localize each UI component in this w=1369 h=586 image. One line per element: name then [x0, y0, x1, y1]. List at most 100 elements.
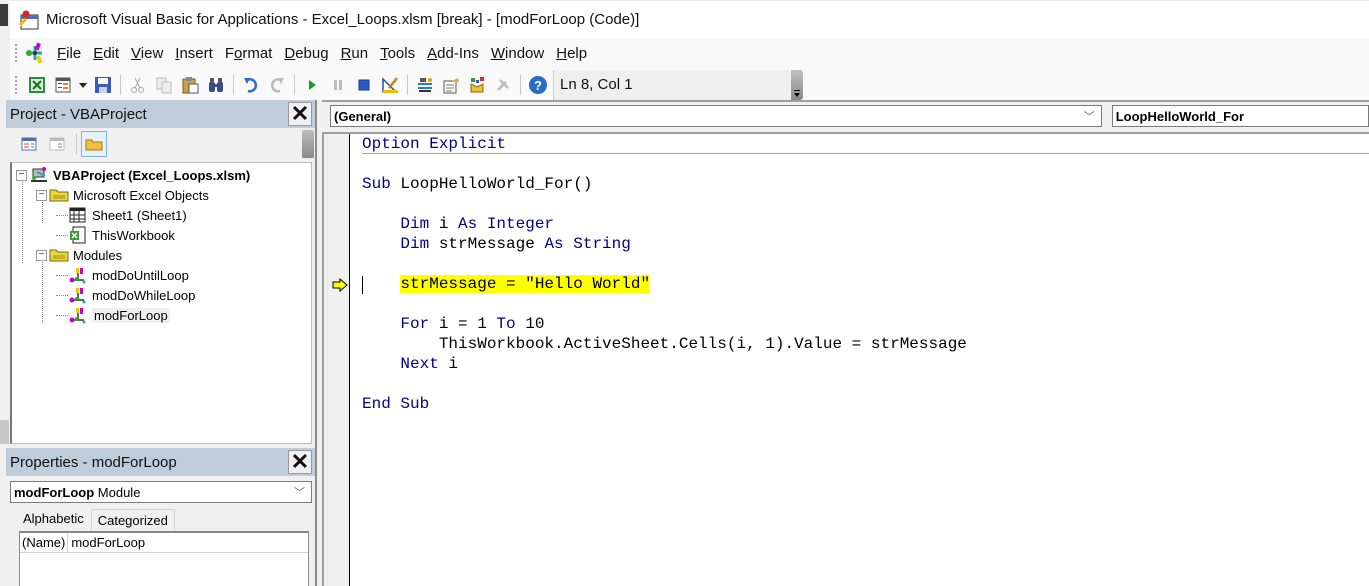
tab-categorized[interactable]: Categorized — [90, 509, 175, 531]
help-icon: ? — [529, 75, 547, 94]
save-button[interactable] — [91, 73, 115, 97]
userform-icon — [55, 77, 71, 92]
tree-item-module-selected[interactable]: modForLoop — [12, 305, 311, 325]
collapse-icon[interactable]: − — [16, 169, 27, 181]
code-keyword: To — [496, 315, 526, 333]
menu-add-ins[interactable]: Add-Ins — [422, 45, 484, 62]
menu-file[interactable]: File — [52, 45, 86, 62]
code-line[interactable]: Option Explicit — [362, 134, 1369, 154]
worksheet-icon — [68, 206, 88, 224]
close-properties-pane-button[interactable]: ✕ — [288, 450, 312, 474]
workbook-icon — [68, 226, 88, 244]
chevron-down-icon: ﹀ — [294, 487, 305, 499]
properties-icon — [443, 77, 459, 93]
code-line[interactable]: Dim i As Integer — [362, 214, 1369, 234]
code-line[interactable] — [362, 374, 1369, 394]
toolbar-options-dropdown[interactable] — [791, 69, 803, 100]
project-pane-toolbar — [6, 128, 316, 160]
code-keyword: End Sub — [362, 395, 430, 413]
menu-tools[interactable]: Tools — [375, 45, 420, 62]
menubar-grip[interactable] — [14, 43, 18, 63]
tree-item-sheet1[interactable]: Sheet1 (Sheet1) — [12, 205, 311, 225]
tree-item-thisworkbook[interactable]: ThisWorkbook — [12, 225, 311, 245]
property-value[interactable]: modForLoop — [68, 535, 145, 550]
paste-icon — [182, 76, 199, 93]
code-line[interactable] — [362, 154, 1369, 174]
menu-debug[interactable]: Debug — [279, 45, 333, 62]
object-selector-dropdown[interactable]: modForLoop Module ﹀ — [10, 481, 312, 503]
procedure-combo[interactable]: LoopHelloWorld_For — [1111, 105, 1369, 127]
code-line[interactable]: strMessage = "Hello World" — [362, 274, 1369, 294]
view-object-button[interactable] — [44, 131, 70, 157]
code-line[interactable] — [362, 294, 1369, 314]
help-button[interactable]: ? — [526, 73, 550, 97]
tree-item-module[interactable]: modDoUntilLoop — [12, 265, 311, 285]
code-keyword: Option Explicit — [362, 135, 507, 153]
undo-button[interactable] — [239, 73, 263, 97]
tree-item-modules[interactable]: − Modules — [12, 245, 311, 265]
tab-alphabetic[interactable]: Alphabetic — [16, 507, 91, 531]
code-line[interactable] — [362, 254, 1369, 274]
window-title: Microsoft Visual Basic for Applications … — [46, 11, 640, 28]
reset-button[interactable] — [352, 73, 376, 97]
redo-button[interactable] — [265, 73, 289, 97]
view-code-button[interactable] — [16, 131, 42, 157]
insert-dropdown-button[interactable] — [77, 73, 89, 97]
menu-format[interactable]: Format — [220, 45, 278, 62]
menu-view[interactable]: View — [126, 45, 168, 62]
code-line[interactable]: Dim strMessage As String — [362, 234, 1369, 254]
close-icon: ✕ — [290, 101, 310, 126]
toggle-folders-button[interactable] — [81, 131, 107, 157]
execution-arrow-icon — [332, 278, 348, 292]
tree-item-vbaproject[interactable]: − VBAProject (Excel_Loops.xlsm) — [12, 165, 311, 185]
properties-window-button[interactable] — [439, 73, 463, 97]
chevron-down-icon: ﹀ — [1083, 111, 1095, 123]
insert-userform-button[interactable] — [51, 73, 75, 97]
menu-window[interactable]: Window — [486, 45, 549, 62]
pane-splitter[interactable] — [315, 100, 321, 586]
menu-insert[interactable]: Insert — [170, 45, 218, 62]
code-line[interactable]: ThisWorkbook.ActiveSheet.Cells(i, 1).Val… — [362, 334, 1369, 354]
code-keyword: As Integer — [458, 215, 555, 233]
code-editor[interactable]: Option Explicit Sub LoopHelloWorld_For()… — [322, 132, 1369, 586]
paste-button[interactable] — [178, 73, 202, 97]
project-tree: − VBAProject (Excel_Loops.xlsm) − Micros… — [10, 162, 312, 444]
view-code-icon — [21, 137, 37, 151]
code-line[interactable] — [362, 194, 1369, 214]
run-button[interactable] — [300, 73, 324, 97]
code-line[interactable]: End Sub — [362, 394, 1369, 414]
collapse-icon[interactable]: − — [36, 189, 47, 201]
menu-bar: File Edit View Insert Format Debug Run T… — [10, 38, 1369, 68]
code-line[interactable]: Sub LoopHelloWorld_For() — [362, 174, 1369, 194]
project-explorer-button[interactable] — [413, 73, 437, 97]
break-button[interactable] — [326, 73, 350, 97]
code-margin-indicator-bar[interactable] — [324, 134, 350, 586]
design-mode-button[interactable] — [378, 73, 402, 97]
cut-button[interactable] — [126, 73, 150, 97]
undo-icon — [244, 77, 258, 93]
code-line[interactable]: For i = 1 To 10 — [362, 314, 1369, 334]
view-object-icon — [49, 137, 65, 151]
find-button[interactable] — [204, 73, 228, 97]
object-browser-button[interactable] — [465, 73, 489, 97]
object-browser-icon — [470, 76, 484, 92]
object-combo[interactable]: (General) ﹀ — [330, 105, 1102, 127]
toolbox-button[interactable] — [491, 73, 515, 97]
view-excel-button[interactable] — [25, 73, 49, 97]
tree-item-excel-objects[interactable]: − Microsoft Excel Objects — [12, 185, 311, 205]
collapse-icon[interactable]: − — [36, 249, 47, 261]
copy-button[interactable] — [152, 73, 176, 97]
pane-toolbar-options[interactable] — [302, 130, 314, 158]
pause-icon — [334, 79, 342, 90]
code-line[interactable]: Next i — [362, 354, 1369, 374]
close-project-pane-button[interactable]: ✕ — [288, 102, 312, 126]
tree-item-module[interactable]: modDoWhileLoop — [12, 285, 311, 305]
toolbar-grip[interactable] — [14, 74, 18, 95]
menu-help[interactable]: Help — [551, 45, 592, 62]
menu-run[interactable]: Run — [336, 45, 374, 62]
menu-edit[interactable]: Edit — [88, 45, 124, 62]
property-row[interactable]: (Name) modForLoop — [20, 533, 308, 553]
vba-menu-icon[interactable] — [24, 42, 46, 64]
